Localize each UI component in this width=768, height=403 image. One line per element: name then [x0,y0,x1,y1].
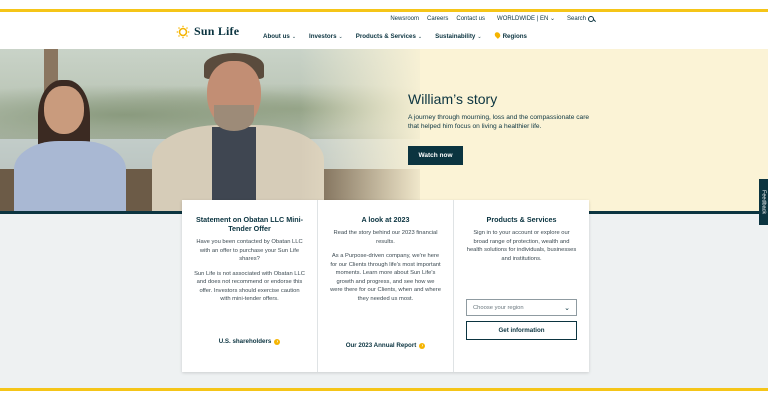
card-text: Sign in to your account or explore our b… [466,230,577,262]
arrow-right-icon: › [274,338,281,345]
utility-nav: Newsroom Careers Contact us WORLDWIDE | … [390,15,594,22]
card-mini-tender: Statement on Obatan LLC Mini-Tender Offe… [182,200,318,372]
language-label: WORLDWIDE | EN [497,16,549,22]
feature-cards: Statement on Obatan LLC Mini-Tender Offe… [182,200,589,372]
get-information-button[interactable]: Get information [466,321,577,340]
language-selector[interactable]: WORLDWIDE | EN ⌄ [497,15,555,22]
brand-name: Sun Life [194,24,240,38]
nav-about-label: About us [263,32,290,40]
chevron-down-icon: ⌄ [291,33,297,40]
nav-regions-label: Regions [502,33,527,40]
card-title: Products & Services [486,215,557,224]
search-button[interactable]: Search [566,15,594,22]
woman-body [14,141,126,212]
card-title: A look at 2023 [361,215,410,224]
card-products: Products & Services Sign in to your acco… [454,200,589,372]
nav-products[interactable]: Products & Services ⌄ [356,33,422,40]
link-label: U.S. shareholders [218,338,272,345]
location-pin-icon [493,31,501,39]
sun-logo-icon [176,25,190,38]
nav-products-label: Products & Services [355,32,416,40]
top-accent-bar [0,9,768,12]
hero-description: A journey through mourning, loss and the… [408,114,590,130]
bottom-accent-bar [0,388,768,391]
chevron-down-icon: ⌄ [338,33,343,40]
woman-face [44,86,84,134]
search-icon [588,15,594,22]
nav-sustainability[interactable]: Sustainability ⌄ [435,33,481,40]
contact-link[interactable]: Contact us [456,16,485,22]
nav-about[interactable]: About us ⌄ [263,33,296,40]
chevron-down-icon: ⌄ [548,16,555,22]
card-title: Statement on Obatan LLC Mini-Tender Offe… [195,215,303,233]
main-nav: About us ⌄ Investors ⌄ Products & Services… [263,31,527,40]
us-shareholders-link[interactable]: U.S. shareholders › [182,338,317,345]
card-text: Sun Life is not associated with Obatan L… [194,270,305,303]
nav-investors[interactable]: Investors ⌄ [309,33,343,40]
watch-now-button[interactable]: Watch now [408,146,463,165]
chevron-down-icon: ⌄ [417,33,423,40]
annual-report-link[interactable]: Our 2023 Annual Report › [318,342,453,349]
nav-investors-label: Investors [309,32,337,40]
hero-title: William’s story [408,91,498,107]
card-text: As a Purpose-driven company, we're here … [330,253,441,302]
card-2023: A look at 2023 Read the story behind our… [318,200,454,372]
careers-link[interactable]: Careers [427,16,448,22]
feedback-tab[interactable]: Feedback [759,179,768,225]
region-select[interactable]: Choose your region ⌄ [466,299,577,316]
newsroom-link[interactable]: Newsroom [390,16,419,22]
card-text: Read the story behind our 2023 financial… [333,230,438,245]
hero-text: William’s story A journey through mourni… [408,91,598,131]
link-label: Our 2023 Annual Report [345,342,417,349]
chevron-down-icon: ⌄ [564,304,570,312]
chevron-down-icon: ⌄ [477,33,482,40]
man-beard [214,105,254,131]
search-label: Search [566,15,586,22]
sun-life-logo[interactable]: Sun Life [176,24,239,39]
card-text: Have you been contacted by Obatan LLC wi… [196,239,303,262]
nav-regions[interactable]: Regions [493,31,527,40]
hero-banner: William’s story A journey through mourni… [0,49,768,212]
nav-sustainability-label: Sustainability [435,32,476,40]
region-select-placeholder: Choose your region [473,304,524,311]
arrow-right-icon: › [419,342,426,349]
